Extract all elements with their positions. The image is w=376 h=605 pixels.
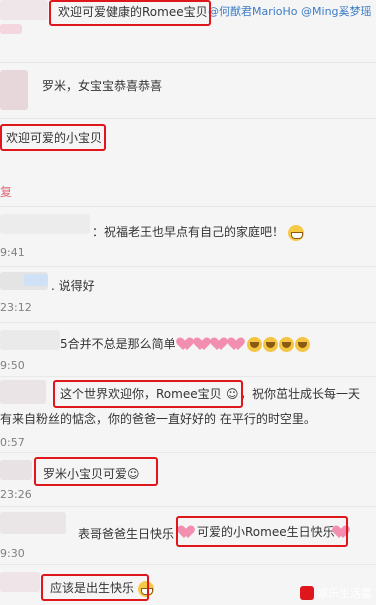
avatar [0, 380, 46, 404]
divider [0, 322, 376, 323]
comment-text: 5合并不总是那么简单 [60, 336, 311, 352]
divider [0, 206, 376, 207]
avatar [0, 330, 60, 350]
avatar [0, 512, 66, 534]
highlight-box [41, 574, 149, 601]
comment-text: . 说得好 [51, 279, 95, 293]
comment-row: 欢迎可爱健康的Romee宝贝 @何猷君MarioHo @Ming奚梦瑶 [0, 0, 376, 55]
avatar [0, 572, 40, 592]
divider [0, 376, 376, 377]
logo-icon [300, 586, 314, 600]
highlight-box [53, 380, 243, 408]
timestamp: 9:30 [0, 547, 25, 560]
avatar [0, 24, 22, 34]
divider [0, 266, 376, 267]
highlight-box [176, 516, 348, 547]
crying-emoji-icon [279, 337, 295, 352]
highlight-box [49, 0, 211, 26]
comment-body: 5合并不总是那么简单 [60, 337, 176, 351]
divider [0, 452, 376, 453]
crying-emoji-icon [247, 337, 263, 352]
timestamp: 23:26 [0, 488, 32, 501]
comment-text: ：祝福老王也早点有自己的家庭吧！ [92, 224, 304, 241]
comment-body: ：祝福老王也早点有自己的家庭吧！ [92, 225, 285, 239]
comment-text-continued: ，祝你茁壮成长每一天 [240, 387, 361, 401]
divider [0, 564, 376, 565]
divider [0, 62, 376, 63]
timestamp: 9:41 [0, 246, 25, 259]
avatar [0, 70, 28, 110]
timestamp: 23:12 [0, 301, 32, 314]
highlight-box [34, 457, 158, 486]
watermark: 娱乐生活富 [300, 585, 372, 601]
comment-text: 罗米，女宝宝恭喜恭喜 [42, 79, 163, 93]
avatar[interactable] [0, 0, 48, 20]
divider [0, 118, 376, 119]
grin-emoji-icon [287, 224, 304, 241]
timestamp: 0:57 [0, 436, 25, 449]
watermark-text: 娱乐生活富 [317, 587, 372, 600]
crying-emoji-icon [263, 337, 279, 352]
avatar [24, 274, 48, 286]
mention-link[interactable]: @何猷君MarioHo @Ming奚梦瑶 [208, 4, 372, 20]
avatar [0, 214, 90, 234]
comment-text: 表哥爸爸生日快乐 [78, 527, 175, 541]
heart-emoji-icon [230, 338, 246, 351]
reply-link[interactable]: 复 [0, 184, 12, 200]
highlight-box [0, 124, 106, 151]
comment-text-line2: 有来自粉丝的惦念，你的爸爸一直好好的 在平行的时空里。 [0, 412, 316, 426]
avatar [0, 460, 32, 480]
timestamp: 9:50 [0, 359, 25, 372]
divider [0, 506, 376, 507]
crying-emoji-icon [295, 337, 311, 352]
